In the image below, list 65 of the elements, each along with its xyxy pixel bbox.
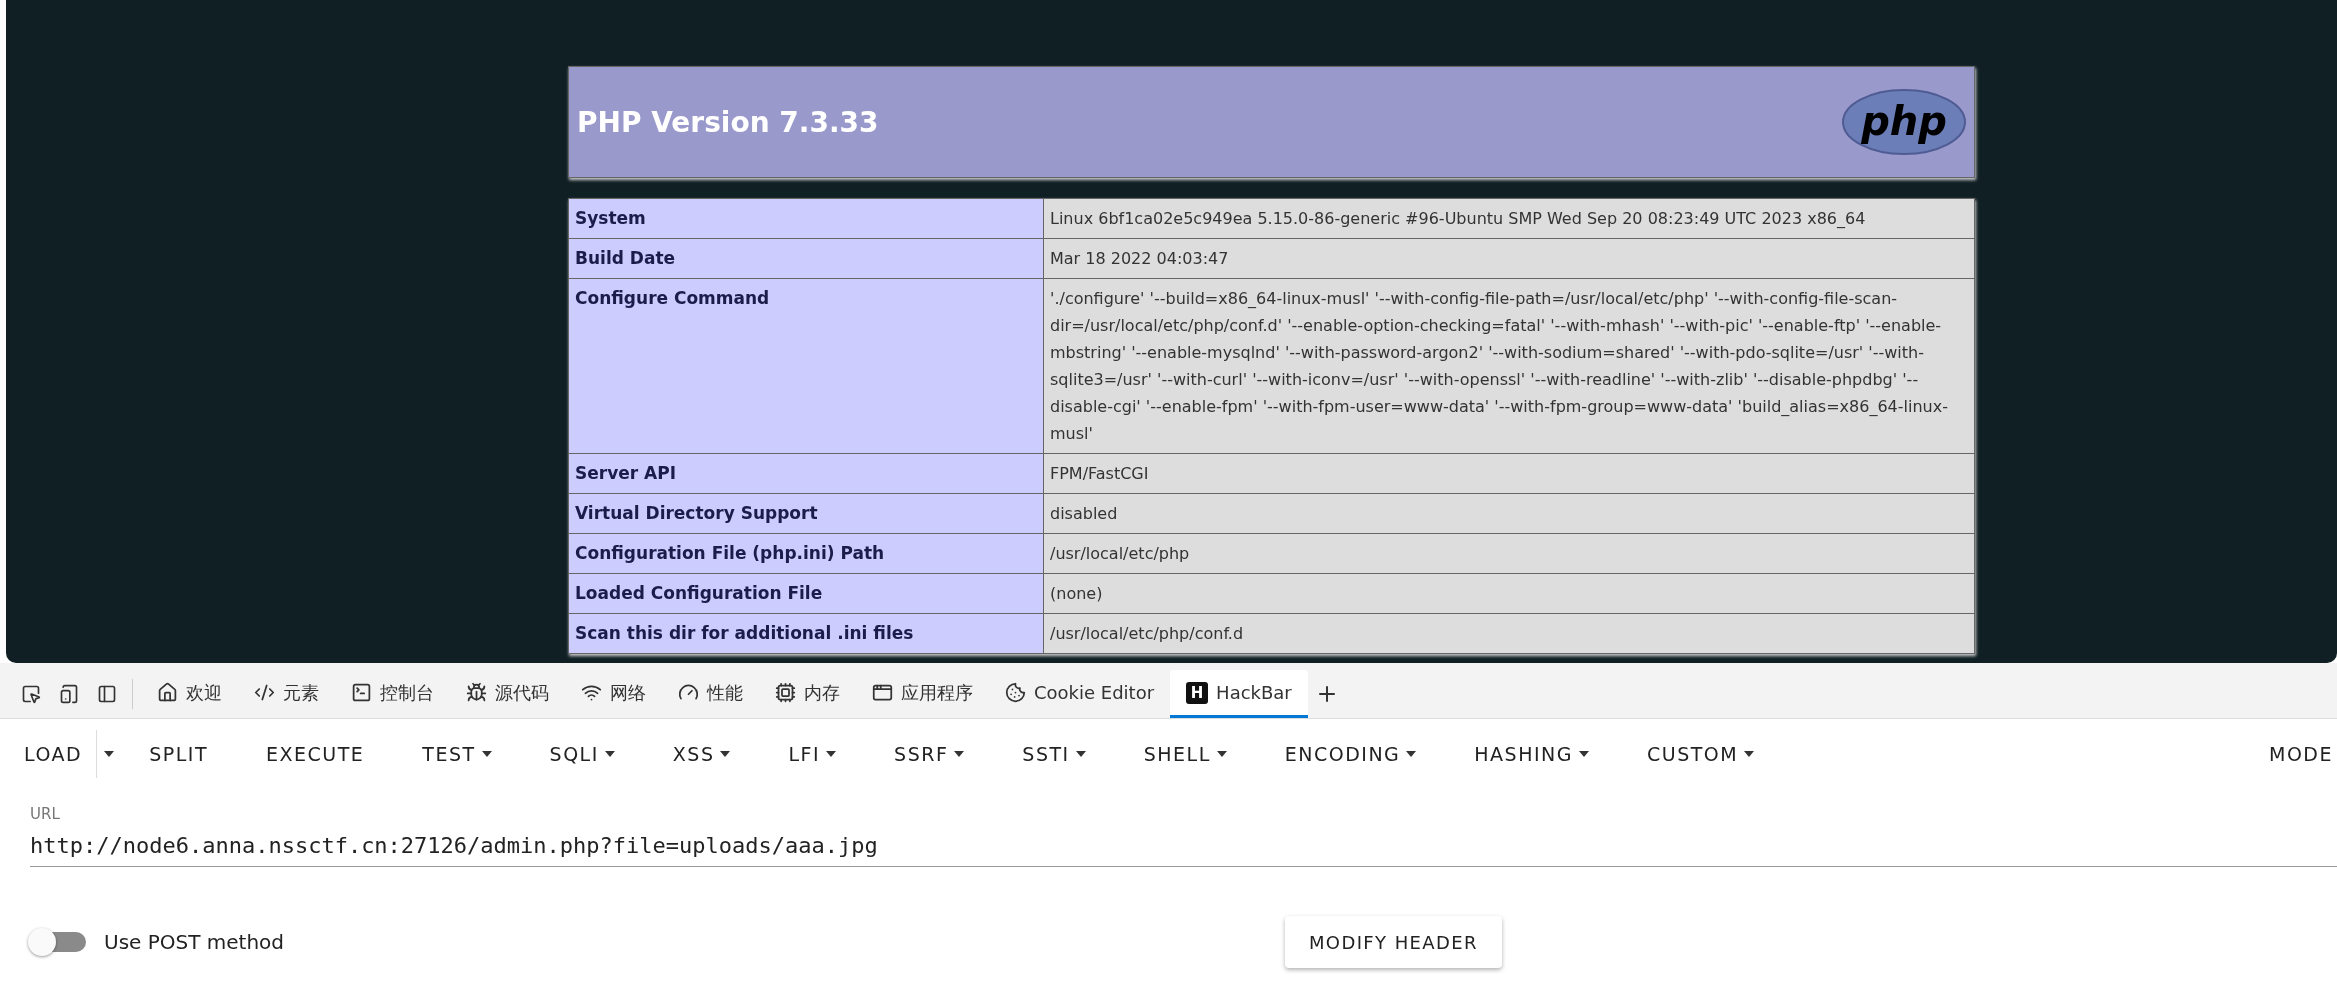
toolbar-button[interactable]: LOAD [8,730,97,778]
row-value: /usr/local/etc/php [1043,533,1975,574]
toolbar-button[interactable]: EXECUTE [237,730,394,778]
devtools-tab[interactable]: 网络 [565,670,662,718]
row-label: Loaded Configuration File [568,573,1044,614]
menu-button[interactable]: CUSTOM [1618,730,1784,778]
toggle-label: Use POST method [104,930,285,954]
row-value: (none) [1043,573,1975,614]
caret-icon [1579,751,1589,757]
caret-icon [826,751,837,757]
menu-button[interactable]: SSTI [993,730,1115,778]
toolbar-button[interactable]: SPLIT [120,730,237,778]
devtools-tab[interactable]: 欢迎 [141,670,238,718]
toolbar-button[interactable]: MODE [2269,730,2337,778]
caret-icon [604,751,615,757]
php-version-title: PHP Version 7.3.33 [577,105,879,139]
row-value: disabled [1043,493,1975,534]
row-label: Virtual Directory Support [568,493,1044,534]
devtools-tab[interactable]: 性能 [662,670,759,718]
menu-button[interactable]: SQLI [520,730,644,778]
menu-button[interactable]: XSS [643,730,760,778]
caret-icon [1075,751,1086,757]
row-label: Scan this dir for additional .ini files [568,613,1044,654]
tab-icon [254,682,275,703]
row-value: FPM/FastCGI [1043,453,1975,494]
caret-icon [481,751,492,757]
caret-icon [1744,751,1755,757]
devtools-tab[interactable]: 控制台 [335,670,450,718]
tab-icon [466,682,487,703]
menu-button[interactable]: HASHING [1445,730,1618,778]
url-label: URL [30,805,61,823]
devtools-tab[interactable]: 内存 [759,670,856,718]
row-label: Server API [568,453,1044,494]
url-field[interactable]: http://node6.anna.nssctf.cn:27126/admin.php?file=uploads/aaa.jpg [30,823,2337,867]
row-label: Build Date [568,238,1044,279]
tab-icon [775,682,796,703]
modify-header-button[interactable]: MODIFY HEADER [1284,916,1502,968]
row-value: Linux 6bf1ca02e5c949ea 5.15.0-86-generic #96-Ubuntu SMP Wed Sep 20 08:23:49 UTC 2023 x86_64 [1043,198,1975,239]
tab-icon [351,682,372,703]
row-label: Configure Command [568,278,1044,454]
caret-icon [1216,751,1227,757]
row-value: './configure' '--build=x86_64-linux-musl' '--with-config-file-path=/usr/local/etc/php' '--with-config-file-scan-dir=/usr/local/etc/php/conf.d' '--enable-option-checking=fatal' '--with-mhash' '--with-pic' '--enable-ftp' '--enable-mbstring' '--enable-mysqlnd' '--with-password-argon2' '--with-sodium=shared' '--with-pdo-sqlite=/usr' '--with-sqlite3=/usr' '--with-curl' '--with-iconv=/usr' '--with-openssl' '--with-readline' '--with-zlib' '--disable-phpdbg' '--disable-cgi' '--enable-fpm' '--with-fpm-user=www-data' '--with-fpm-group=www-data' 'build_alias=x86_64-linux-musl' [1043,278,1975,454]
row-label: Configuration File (php.ini) Path [568,533,1044,574]
caret-icon [720,751,731,757]
tab-icon [872,682,893,703]
devtools-tab[interactable]: 应用程序 [856,670,989,718]
menu-button[interactable]: ENCODING [1255,730,1446,778]
devtools-tab[interactable]: H HackBar [1170,670,1308,718]
devtools-tab[interactable]: 源代码 [450,670,565,718]
caret-icon [954,751,965,757]
caret-icon [103,751,114,757]
devtools-tab[interactable]: 元素 [238,670,335,718]
php-logo: php [1842,89,1966,155]
tab-icon [157,682,178,703]
menu-button[interactable]: TEST [393,730,521,778]
row-label: System [568,198,1044,239]
menu-button[interactable]: LFI [759,730,866,778]
menu-button[interactable]: SHELL [1114,730,1256,778]
hackbar-logo-icon: H [1186,681,1209,704]
menu-button[interactable]: SSRF [865,730,994,778]
row-value: Mar 18 2022 04:03:47 [1043,238,1975,279]
devtools-tab[interactable]: Cookie Editor [989,670,1171,718]
row-value: /usr/local/etc/php/conf.d [1043,613,1975,654]
caret-icon [1406,751,1417,757]
tab-icon [1005,682,1026,703]
